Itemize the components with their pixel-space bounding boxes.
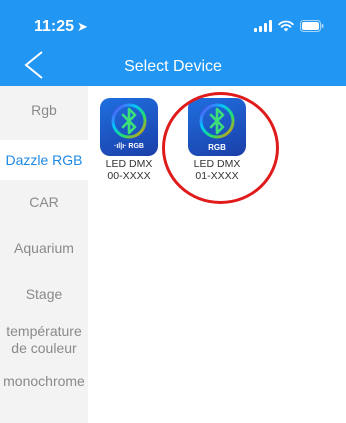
wifi-icon xyxy=(278,20,294,32)
sidebar-item-label: température de couleur xyxy=(6,323,82,356)
sidebar-item-stage[interactable]: Stage xyxy=(0,286,88,308)
sidebar-item-label: Dazzle RGB xyxy=(5,152,83,168)
battery-icon xyxy=(300,20,324,32)
highlight-circle xyxy=(162,92,279,204)
sidebar-item-label: Aquarium xyxy=(14,240,74,256)
sidebar-item-aquarium[interactable]: Aquarium xyxy=(0,240,88,262)
sidebar-item-monochrome[interactable]: monochrome xyxy=(0,373,88,413)
location-arrow-icon: ➤ xyxy=(77,19,88,34)
signal-icon xyxy=(254,20,272,32)
status-time-text: 11:25 xyxy=(34,18,75,35)
device-label: LED DMX 00-XXXX xyxy=(94,158,164,182)
sidebar-item-rgb[interactable]: Rgb xyxy=(0,102,88,124)
sidebar-item-label: monochrome xyxy=(3,373,85,389)
category-sidebar: Rgb Dazzle RGB CAR Aquarium Stage tempér… xyxy=(0,86,88,423)
sidebar-item-label: Rgb xyxy=(31,102,57,118)
sidebar-item-label: Stage xyxy=(25,286,63,302)
device-id: 00-XXXX xyxy=(107,170,151,182)
page-title: Select Device xyxy=(124,58,222,75)
device-app-icon: ·ıl|ı· RGB xyxy=(100,98,158,156)
status-indicators xyxy=(254,20,324,32)
header-bar: 11:25 ➤ Select Device xyxy=(0,0,346,86)
sidebar-item-dazzle-rgb[interactable]: Dazzle RGB xyxy=(0,140,88,180)
rgb-badge: ·ıl|ı· RGB xyxy=(114,143,144,150)
device-name: LED DMX xyxy=(105,158,153,170)
sidebar-item-car[interactable]: CAR xyxy=(0,194,88,216)
status-time: 11:25 ➤ xyxy=(34,18,88,36)
sidebar-item-label: CAR xyxy=(29,194,59,210)
sidebar-item-color-temperature[interactable]: température de couleur xyxy=(0,323,88,363)
